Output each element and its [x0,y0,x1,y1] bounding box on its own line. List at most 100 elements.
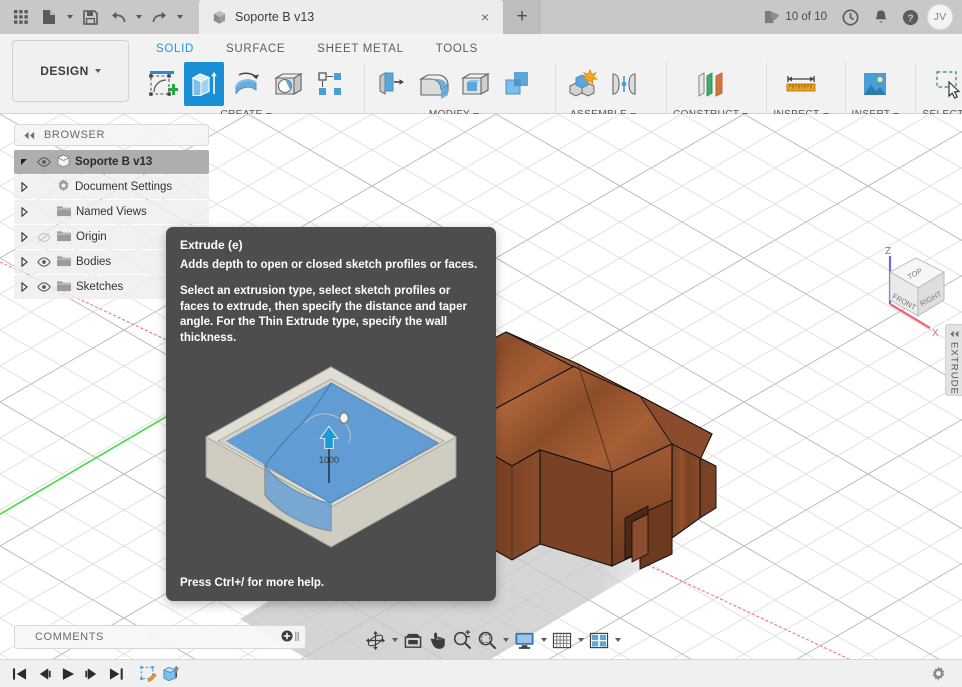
create-sketch-tool[interactable] [142,62,182,106]
new-file-dropdown-caret[interactable] [64,4,75,30]
tree-node-label-root: Soporte B v13 [75,156,153,168]
joint-tool[interactable] [604,62,644,106]
collapse-left-icon[interactable] [949,330,960,338]
visibility-eye-icon[interactable] [35,157,52,167]
press-pull-tool[interactable] [371,62,411,106]
gear-icon [56,178,71,196]
viewport-canvas[interactable]: Z X TOP FRONT RIGHT BROWSER Soporte B v1… [0,114,962,659]
folder-icon [56,254,72,270]
ribbon-panels: CREATE [136,62,962,134]
timeline-right [926,663,954,685]
new-tab-button[interactable]: + [503,0,541,34]
component-icon [213,10,226,24]
tooltip-illustration: 1000 [204,366,458,548]
step-back-icon[interactable] [32,663,56,685]
comments-label: COMMENTS [35,631,104,643]
timeline-extrude-feature-icon[interactable] [160,663,184,685]
fusion360-window: Soporte B v13 × + 10 of 10 ? JV DESIGN S… [0,0,962,687]
timeline-sketch-feature-icon[interactable] [136,663,160,685]
play-icon[interactable] [56,663,80,685]
document-tab-title: Soporte B v13 [235,10,315,24]
visibility-eye-icon[interactable] [35,282,52,292]
shell-tool[interactable] [455,62,495,106]
comments-bar[interactable]: COMMENTS ⦀ [14,625,306,649]
document-tab[interactable]: Soporte B v13 × [199,0,503,34]
tree-node-document-settings[interactable]: Document Settings [14,175,209,199]
job-status-text: 10 of 10 [785,11,827,23]
grid-dropdown-caret[interactable] [575,628,586,652]
expand-arrow-icon[interactable] [18,181,31,194]
save-icon[interactable] [77,4,103,30]
apps-grid-icon[interactable] [8,4,34,30]
job-status-icon [765,10,780,23]
offset-plane-tool[interactable] [691,62,731,106]
orbit-dropdown-caret[interactable] [389,628,400,652]
combine-tool[interactable] [497,62,537,106]
display-dropdown-caret[interactable] [538,628,549,652]
close-icon[interactable]: × [477,8,493,26]
avatar[interactable]: JV [927,4,953,30]
extrude-tooltip: Extrude (e) Adds depth to open or closed… [166,227,496,601]
revolve-tool[interactable] [226,62,266,106]
workspace-selector[interactable]: DESIGN [12,40,129,102]
tab-sheet-metal[interactable]: SHEET METAL [301,36,420,62]
undo-dropdown-caret[interactable] [133,4,144,30]
recent-activity-icon[interactable] [837,4,864,31]
expand-arrow-icon[interactable] [18,231,31,244]
viewcube-z-label: Z [885,246,891,257]
new-file-icon[interactable] [36,4,62,30]
grid-snap-icon[interactable] [550,628,574,652]
visibility-hidden-icon[interactable] [35,232,52,243]
collapse-left-icon[interactable] [23,131,36,140]
browser-header[interactable]: BROWSER [14,124,209,146]
fit-dropdown-caret[interactable] [500,628,511,652]
viewports-dropdown-caret[interactable] [612,628,623,652]
document-tab-strip: Soporte B v13 × + [199,0,541,34]
insert-image-tool[interactable] [855,62,895,106]
expand-arrow-icon[interactable] [18,281,31,294]
tree-node-named-views[interactable]: Named Views [14,200,209,224]
redo-dropdown-caret[interactable] [174,4,185,30]
add-comment-icon[interactable] [281,629,293,645]
viewports-icon[interactable] [587,628,611,652]
new-component-tool[interactable] [562,62,602,106]
undo-icon[interactable] [105,4,131,30]
expand-arrow-icon[interactable] [18,206,31,219]
pan-icon[interactable] [426,628,449,652]
chevron-down-icon [94,69,101,73]
select-tool[interactable] [928,62,962,106]
tab-solid[interactable]: SOLID [140,36,210,62]
fillet-tool[interactable] [413,62,453,106]
go-to-beginning-icon[interactable] [8,663,32,685]
resize-handle-icon[interactable]: ⦀ [293,630,301,644]
pattern-tool[interactable] [310,62,350,106]
tree-node-root[interactable]: Soporte B v13 [14,150,209,174]
navigation-bar [363,627,623,653]
zoom-icon[interactable] [450,628,474,652]
hole-tool[interactable] [268,62,308,106]
measure-tool[interactable] [781,62,821,106]
tree-node-label: Bodies [76,256,112,268]
step-forward-icon[interactable] [80,663,104,685]
redo-icon[interactable] [146,4,172,30]
display-settings-icon[interactable] [512,628,537,652]
extrude-tool[interactable] [184,62,224,106]
quick-access-toolbar [0,0,185,34]
expand-arrow-icon[interactable] [18,256,31,269]
go-to-end-icon[interactable] [104,663,128,685]
workspace-label: DESIGN [40,64,89,78]
orbit-icon[interactable] [363,628,388,652]
look-at-icon[interactable] [401,628,425,652]
gear-icon[interactable] [926,663,950,685]
help-icon[interactable]: ? [897,4,924,31]
tooltip-paragraph-1: Adds depth to open or closed sketch prof… [180,259,478,271]
extrude-side-panel-tab[interactable]: EXTRUDE [945,324,962,396]
folder-icon [56,229,72,245]
expand-arrow-icon[interactable] [18,156,31,169]
tab-surface[interactable]: SURFACE [210,36,301,62]
tab-tools[interactable]: TOOLS [420,36,494,62]
fit-icon[interactable] [475,628,499,652]
notifications-bell-icon[interactable] [867,4,894,31]
job-status-button[interactable]: 10 of 10 [756,4,834,30]
visibility-eye-icon[interactable] [35,257,52,267]
